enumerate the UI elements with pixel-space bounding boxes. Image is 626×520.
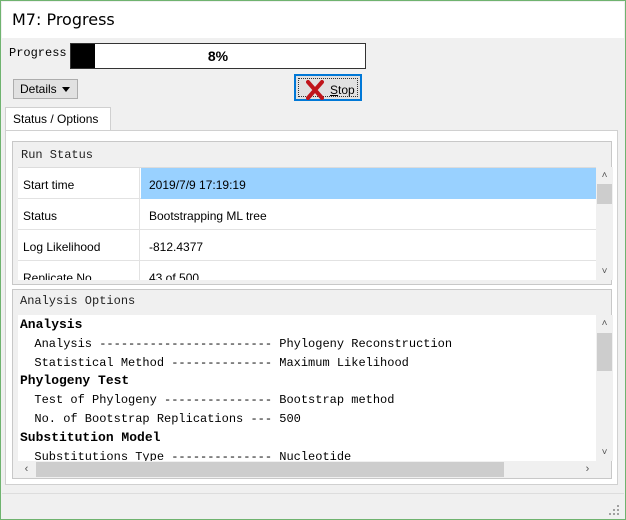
- status-value: 2019/7/9 17:19:19: [141, 168, 596, 199]
- option-line: Phylogeny Test: [20, 373, 130, 389]
- details-button[interactable]: Details: [13, 79, 78, 99]
- status-value: -812.4377: [149, 240, 204, 254]
- scrollbar-thumb[interactable]: [597, 333, 612, 371]
- option-line: Analysis ------------------------ Phylog…: [20, 336, 453, 351]
- status-value: 43 of 500: [149, 271, 200, 280]
- run-status-scrollbar[interactable]: ˄ ˅: [596, 167, 613, 280]
- run-status-grid: Start time 2019/7/9 17:19:19 Status Boot…: [18, 167, 596, 280]
- status-bar: [2, 493, 624, 519]
- scroll-right-icon[interactable]: ›: [579, 461, 596, 478]
- title-bar[interactable]: M7: Progress: [2, 2, 624, 38]
- stop-x-icon: [306, 80, 324, 100]
- scroll-left-icon[interactable]: ‹: [18, 461, 35, 478]
- focus-rect: Stop: [298, 78, 358, 100]
- status-row[interactable]: Start time 2019/7/9 17:19:19: [18, 168, 596, 199]
- option-line: Analysis: [20, 317, 83, 332]
- analysis-hscrollbar[interactable]: ‹ ›: [18, 461, 596, 478]
- status-key: Start time: [18, 168, 140, 199]
- run-status-group: Run Status Start time 2019/7/9 17:19:19 …: [12, 141, 613, 285]
- resize-grip-icon[interactable]: [608, 504, 620, 516]
- analysis-options-header: Analysis Options: [20, 294, 136, 308]
- stop-mnemonic: S: [330, 83, 339, 97]
- tab-status-options[interactable]: Status / Options: [5, 107, 111, 131]
- details-label: Details: [20, 82, 57, 96]
- stop-label: Stop: [330, 83, 355, 97]
- scroll-down-icon[interactable]: ˅: [596, 444, 613, 461]
- scrollbar-thumb[interactable]: [36, 462, 504, 477]
- progress-bar: 8%: [70, 43, 366, 69]
- status-key: Status: [18, 199, 140, 230]
- status-key: Log Likelihood: [18, 230, 140, 261]
- window-title: M7: Progress: [12, 10, 115, 29]
- status-row[interactable]: Replicate No. 43 of 500: [18, 261, 596, 280]
- run-status-header: Run Status: [21, 148, 94, 162]
- option-line: Substitution Model: [20, 429, 161, 445]
- scrollbar-thumb[interactable]: [597, 184, 612, 204]
- option-line: Substitutions Type -------------- Nucleo…: [20, 449, 352, 461]
- scroll-up-icon[interactable]: ˄: [596, 167, 613, 184]
- scroll-down-icon[interactable]: ˅: [596, 263, 613, 280]
- option-line: Statistical Method -------------- Maximu…: [20, 355, 409, 370]
- status-row[interactable]: Status Bootstrapping ML tree: [18, 199, 596, 230]
- analysis-options-text: Analysis Analysis ----------------------…: [18, 315, 596, 461]
- analysis-vscrollbar[interactable]: ˄ ˅: [596, 315, 613, 461]
- status-value: Bootstrapping ML tree: [149, 209, 267, 223]
- option-line: Test of Phylogeny --------------- Bootst…: [20, 393, 395, 408]
- status-key: Replicate No.: [18, 261, 140, 280]
- stop-label-rest: top: [338, 83, 355, 97]
- dropdown-arrow-icon: [62, 87, 70, 92]
- stop-button[interactable]: Stop: [294, 74, 362, 101]
- analysis-options-group: Analysis Options Analysis Analysis -----…: [12, 289, 613, 479]
- status-row[interactable]: Log Likelihood -812.4377: [18, 230, 596, 261]
- option-line: No. of Bootstrap Replications --- 500: [20, 411, 301, 426]
- progress-label: Progress: [9, 46, 67, 60]
- scroll-up-icon[interactable]: ˄: [596, 315, 613, 332]
- tab-panel: Run Status Start time 2019/7/9 17:19:19 …: [5, 130, 618, 485]
- progress-window: M7: Progress Progress 8% Details Stop St…: [0, 0, 626, 520]
- progress-percent: 8%: [207, 48, 229, 64]
